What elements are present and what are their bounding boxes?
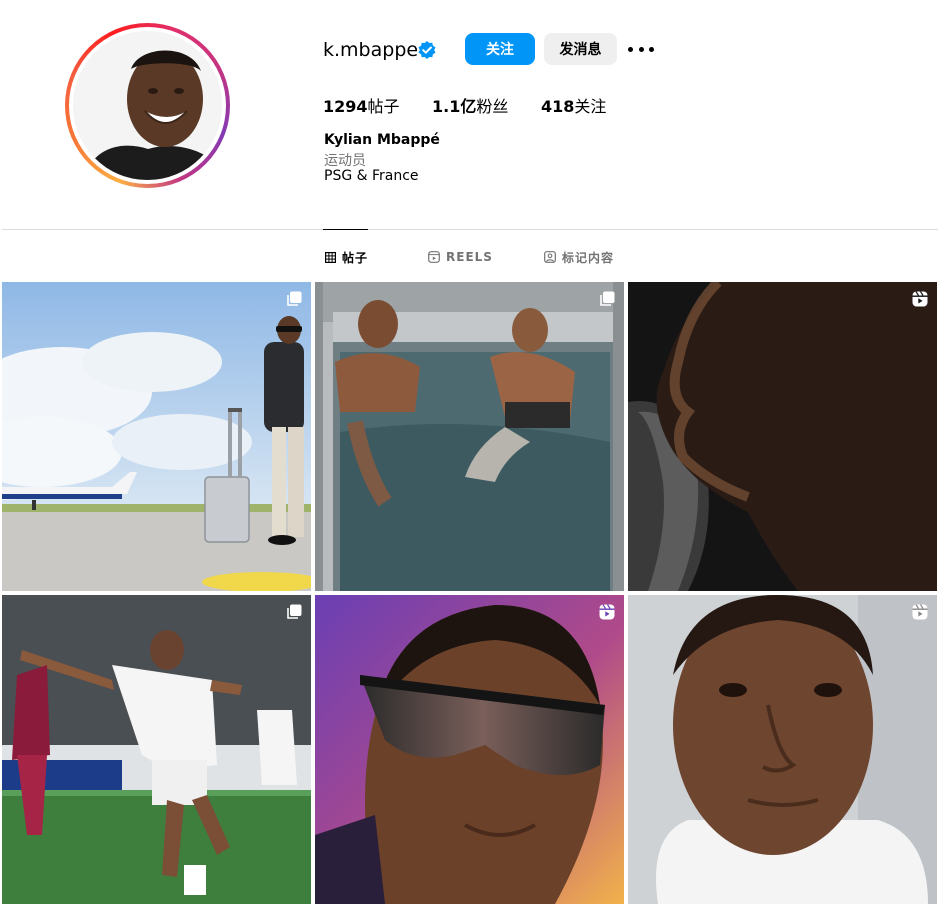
bio-text: PSG & France — [324, 168, 419, 184]
posts-label: 帖子 — [367, 97, 400, 116]
carousel-icon — [287, 604, 302, 619]
username: k.mbappe — [323, 39, 419, 61]
story-ring[interactable] — [65, 23, 230, 188]
carousel-icon — [287, 291, 302, 306]
following-count[interactable]: 418关注 — [541, 93, 606, 117]
verified-badge-icon — [418, 41, 436, 59]
tab-reels-label: REELS — [446, 250, 493, 264]
post-tile[interactable] — [315, 595, 624, 904]
tab-posts[interactable]: 帖子 — [325, 249, 368, 265]
followers-count[interactable]: 1.1亿粉丝 — [432, 93, 508, 117]
post-tile[interactable] — [628, 595, 937, 904]
active-tab-indicator — [323, 229, 368, 230]
tab-reels[interactable]: REELS — [428, 249, 493, 265]
follow-button[interactable]: 关注 — [465, 33, 535, 65]
post-tile[interactable] — [2, 595, 311, 904]
tagged-icon — [544, 251, 556, 263]
tab-tagged[interactable]: 标记内容 — [544, 249, 614, 265]
post-image — [315, 282, 624, 591]
post-image — [315, 595, 624, 904]
tab-posts-label: 帖子 — [342, 250, 369, 265]
reels-icon — [912, 291, 928, 307]
post-image — [628, 595, 937, 904]
reels-icon — [599, 604, 615, 620]
reels-icon — [912, 604, 928, 620]
post-image — [2, 595, 311, 904]
tab-tagged-label: 标记内容 — [562, 250, 615, 265]
carousel-icon — [600, 291, 615, 306]
post-image — [628, 282, 937, 591]
message-button[interactable]: 发消息 — [544, 33, 617, 65]
posts-count: 1294帖子 — [323, 93, 400, 117]
avatar[interactable] — [73, 31, 222, 180]
followers-value: 1.1亿 — [432, 97, 477, 116]
post-tile[interactable] — [628, 282, 937, 591]
post-tile[interactable] — [315, 282, 624, 591]
following-label: 关注 — [574, 97, 607, 116]
posts-value: 1294 — [323, 97, 368, 116]
category-label: 运动员 — [324, 153, 366, 169]
followers-label: 粉丝 — [476, 97, 509, 116]
full-name: Kylian Mbappé — [324, 132, 440, 148]
following-value: 418 — [541, 97, 575, 116]
grid-icon — [325, 251, 336, 263]
reels-icon — [428, 251, 440, 263]
avatar-image — [73, 31, 222, 180]
tabs-divider — [2, 229, 938, 230]
post-image — [2, 282, 311, 591]
more-options-icon[interactable] — [628, 40, 654, 58]
post-tile[interactable] — [2, 282, 311, 591]
